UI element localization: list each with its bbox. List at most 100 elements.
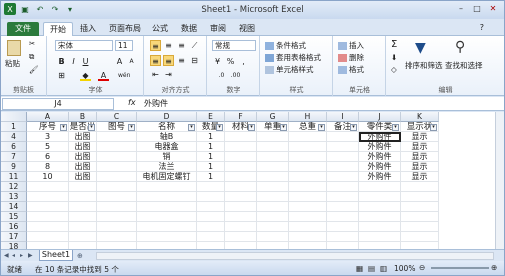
table-cell[interactable] — [27, 192, 69, 202]
row-header[interactable]: 4 — [1, 132, 27, 142]
row-header[interactable]: 11 — [1, 172, 27, 182]
bold-button[interactable]: B — [56, 56, 67, 67]
merge-icon[interactable]: ⊟ — [189, 55, 200, 66]
insert-button[interactable]: 插入 — [338, 40, 364, 51]
header-cell[interactable]: 单重 ▾ — [257, 122, 289, 132]
table-cell[interactable]: 8 — [27, 162, 69, 172]
table-cell[interactable] — [327, 232, 359, 242]
column-header-E[interactable]: E — [197, 112, 225, 122]
table-cell[interactable]: 1 — [197, 132, 225, 142]
table-cell[interactable] — [137, 222, 197, 232]
table-cell[interactable]: 1 — [197, 152, 225, 162]
header-cell[interactable]: 名称 ▾ — [137, 122, 197, 132]
table-cell[interactable] — [27, 212, 69, 222]
table-cell[interactable] — [27, 232, 69, 242]
table-cell[interactable] — [225, 182, 257, 192]
conditional-format-button[interactable]: 条件格式 — [265, 40, 306, 51]
table-cell[interactable] — [97, 202, 137, 212]
table-cell[interactable] — [97, 172, 137, 182]
filter-dropdown-icon[interactable]: ▾ — [248, 124, 255, 131]
table-cell[interactable] — [225, 242, 257, 249]
align-center-icon[interactable]: ≡ — [163, 55, 174, 66]
table-cell[interactable] — [289, 212, 327, 222]
table-cell[interactable]: 显示 — [401, 152, 439, 162]
fx-icon[interactable]: fx — [128, 98, 136, 107]
find-select-label[interactable]: 查找和选择 — [445, 60, 483, 71]
row-header[interactable]: 1 — [1, 122, 27, 132]
table-cell[interactable] — [197, 212, 225, 222]
table-cell[interactable] — [137, 202, 197, 212]
table-cell[interactable] — [225, 172, 257, 182]
table-cell[interactable]: 法兰 — [137, 162, 197, 172]
table-cell[interactable] — [225, 152, 257, 162]
table-cell[interactable] — [289, 222, 327, 232]
row-header[interactable]: 6 — [1, 142, 27, 152]
increase-indent-icon[interactable]: ⇥ — [163, 69, 174, 80]
table-cell[interactable] — [401, 232, 439, 242]
column-header-K[interactable]: K — [401, 112, 439, 122]
table-cell[interactable]: 1 — [197, 142, 225, 152]
sort-filter-icon[interactable]: ▼ — [415, 40, 426, 56]
header-cell[interactable]: 材料 ▾ — [225, 122, 257, 132]
table-cell[interactable] — [257, 152, 289, 162]
align-middle-icon[interactable]: ≡ — [163, 40, 174, 51]
italic-button[interactable]: I — [68, 56, 79, 67]
row-header[interactable]: 13 — [1, 192, 27, 202]
table-cell[interactable] — [289, 182, 327, 192]
row-header[interactable]: 17 — [1, 232, 27, 242]
table-cell[interactable] — [359, 232, 401, 242]
table-cell[interactable] — [197, 242, 225, 249]
table-cell[interactable] — [97, 162, 137, 172]
row-header[interactable]: 15 — [1, 212, 27, 222]
header-cell[interactable]: 数量 ▾ — [197, 122, 225, 132]
table-cell[interactable] — [359, 222, 401, 232]
tab-file[interactable]: 文件 — [7, 22, 39, 36]
row-header[interactable]: 16 — [1, 222, 27, 232]
table-cell[interactable] — [327, 142, 359, 152]
table-cell[interactable] — [225, 202, 257, 212]
header-cell[interactable]: 序号 ▾ — [27, 122, 69, 132]
table-cell[interactable] — [289, 162, 327, 172]
last-sheet-icon[interactable]: ▶ — [28, 252, 34, 259]
page-break-view-icon[interactable]: ▥ — [380, 264, 387, 273]
table-cell[interactable] — [137, 212, 197, 222]
column-header-H[interactable]: H — [289, 112, 327, 122]
table-cell[interactable]: 显示 — [401, 172, 439, 182]
filter-dropdown-icon[interactable]: ▾ — [280, 124, 287, 131]
zoom-slider[interactable] — [431, 267, 489, 269]
filter-dropdown-icon[interactable]: ▾ — [318, 124, 325, 131]
table-cell[interactable]: 外购件 — [359, 152, 401, 162]
table-cell[interactable] — [137, 182, 197, 192]
table-cell[interactable] — [327, 192, 359, 202]
table-cell[interactable] — [289, 172, 327, 182]
table-cell[interactable] — [27, 202, 69, 212]
decrease-decimal-icon[interactable]: .00 — [230, 70, 241, 81]
table-cell[interactable]: 6 — [27, 152, 69, 162]
table-cell[interactable]: 电机固定螺钉 — [137, 172, 197, 182]
minimize-icon[interactable]: – — [454, 3, 468, 15]
close-icon[interactable]: ✕ — [486, 3, 500, 15]
zoom-in-icon[interactable]: ⊕ — [491, 263, 497, 272]
filter-dropdown-icon[interactable]: ▾ — [60, 124, 67, 131]
table-cell[interactable] — [327, 162, 359, 172]
table-cell[interactable] — [27, 242, 69, 249]
table-cell[interactable] — [257, 142, 289, 152]
percent-icon[interactable]: % — [225, 56, 236, 67]
paste-label[interactable]: 粘贴 — [5, 58, 20, 69]
shrink-font-icon[interactable]: A — [126, 56, 137, 67]
number-format-select[interactable]: 常规 — [212, 40, 256, 51]
name-box[interactable]: J4 — [2, 98, 114, 110]
table-cell[interactable] — [69, 222, 97, 232]
table-cell[interactable]: 外购件 — [359, 162, 401, 172]
select-all-corner[interactable] — [1, 112, 27, 122]
font-color-icon[interactable]: A — [98, 70, 109, 81]
tab-review[interactable]: 审阅 — [205, 22, 231, 36]
table-cell[interactable] — [289, 152, 327, 162]
table-cell[interactable] — [401, 212, 439, 222]
format-button[interactable]: 格式 — [338, 64, 364, 75]
table-cell[interactable] — [289, 242, 327, 249]
table-cell[interactable] — [289, 192, 327, 202]
table-cell[interactable] — [69, 232, 97, 242]
filter-dropdown-icon[interactable]: ▾ — [188, 124, 195, 131]
comma-icon[interactable]: , — [238, 56, 249, 67]
